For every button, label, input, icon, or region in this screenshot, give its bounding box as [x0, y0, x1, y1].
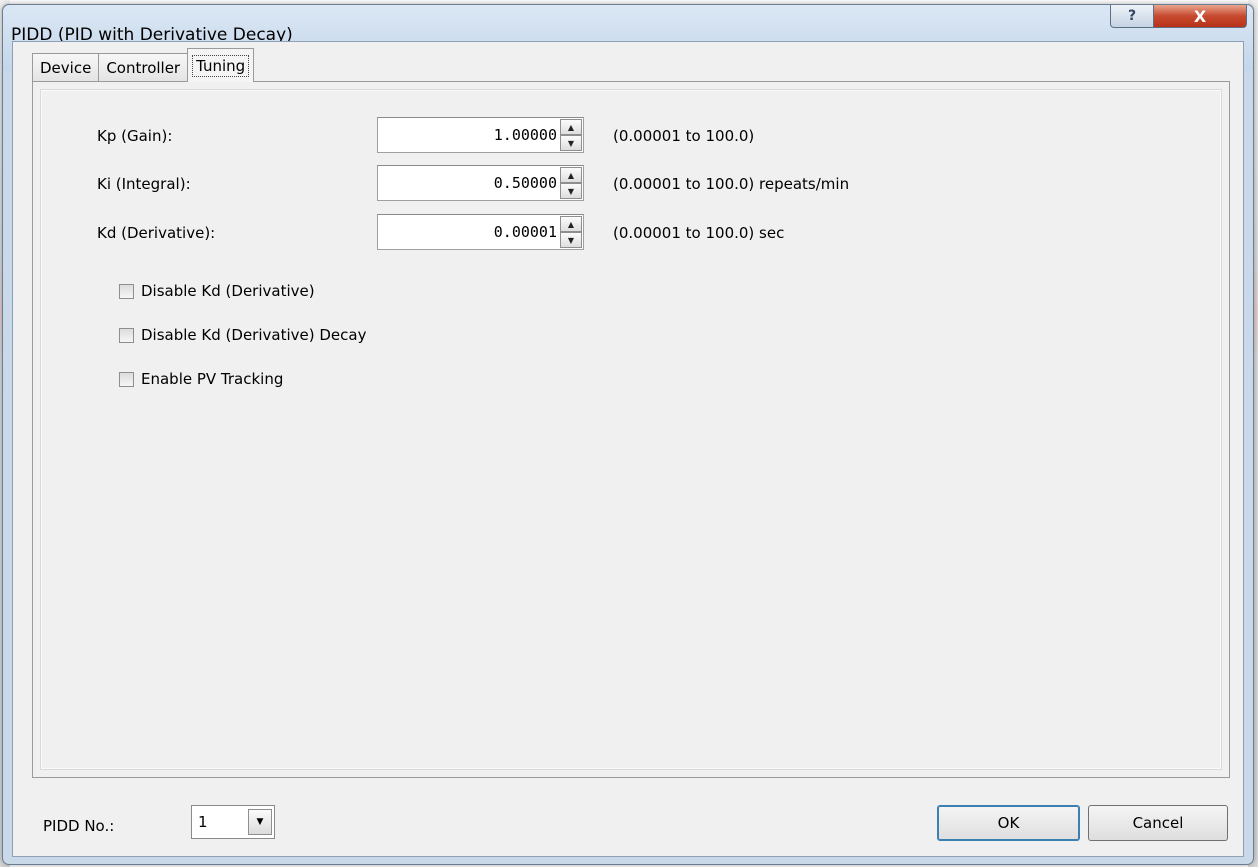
kd-range: (0.00001 to 100.0) sec — [613, 224, 785, 242]
help-icon: ? — [1127, 8, 1137, 24]
kp-spinbox[interactable]: 1.00000 ▲ ▼ — [377, 117, 584, 153]
kp-spin-buttons: ▲ ▼ — [560, 119, 582, 151]
tab-controller[interactable]: Controller — [98, 53, 189, 82]
help-button[interactable]: ? — [1110, 5, 1154, 28]
ki-label: Ki (Integral): — [97, 175, 191, 193]
ki-spinbox[interactable]: 0.50000 ▲ ▼ — [377, 165, 584, 201]
close-button[interactable]: X — [1153, 5, 1247, 28]
disable-kd-checkbox[interactable] — [119, 283, 134, 299]
ki-spin-up-icon[interactable]: ▲ — [560, 167, 582, 183]
kd-value[interactable]: 0.00001 — [494, 223, 557, 241]
tab-controller-label: Controller — [106, 59, 181, 77]
ki-spin-buttons: ▲ ▼ — [560, 167, 582, 199]
enable-pv-tracking-checkbox[interactable] — [119, 371, 134, 387]
pidd-number-select[interactable]: 1 ▼ — [191, 805, 275, 839]
dialog-window: PIDD (PID with Derivative Decay) ? X Dev… — [2, 4, 1254, 865]
tab-tuning-label: Tuning — [192, 54, 250, 77]
chevron-down-icon[interactable]: ▼ — [248, 809, 272, 835]
disable-kd-decay-label: Disable Kd (Derivative) Decay — [141, 326, 367, 344]
kd-spinbox[interactable]: 0.00001 ▲ ▼ — [377, 214, 584, 250]
kd-spin-down-icon[interactable]: ▼ — [560, 232, 582, 248]
tab-tuning[interactable]: Tuning — [187, 48, 255, 82]
pidd-number-label: PIDD No.: — [43, 817, 115, 835]
ok-button[interactable]: OK — [937, 805, 1080, 841]
kd-spin-up-icon[interactable]: ▲ — [560, 216, 582, 232]
ki-range: (0.00001 to 100.0) repeats/min — [613, 175, 850, 193]
ki-spin-down-icon[interactable]: ▼ — [560, 183, 582, 199]
tuning-panel: Kp (Gain): 1.00000 ▲ ▼ (0.00001 to 100.0… — [32, 81, 1230, 778]
kp-value[interactable]: 1.00000 — [494, 126, 557, 144]
kp-spin-up-icon[interactable]: ▲ — [560, 119, 582, 135]
tab-device-label: Device — [40, 59, 92, 77]
enable-pv-tracking-label: Enable PV Tracking — [141, 370, 284, 388]
disable-kd-label: Disable Kd (Derivative) — [141, 282, 315, 300]
disable-kd-option[interactable]: Disable Kd (Derivative) — [119, 282, 315, 300]
tab-strip: Device Controller Tuning — [32, 48, 255, 82]
disable-kd-decay-option[interactable]: Disable Kd (Derivative) Decay — [119, 326, 366, 344]
dialog-client-area: Device Controller Tuning Kp (Gain): 1.00… — [12, 41, 1244, 857]
pidd-number-value: 1 — [198, 813, 208, 831]
kp-spin-down-icon[interactable]: ▼ — [560, 135, 582, 151]
tab-device[interactable]: Device — [32, 53, 100, 82]
kp-range: (0.00001 to 100.0) — [613, 127, 755, 145]
kp-label: Kp (Gain): — [97, 127, 173, 145]
kd-label: Kd (Derivative): — [97, 224, 216, 242]
close-icon: X — [1193, 6, 1207, 26]
kd-spin-buttons: ▲ ▼ — [560, 216, 582, 248]
disable-kd-decay-checkbox[interactable] — [119, 327, 134, 343]
ki-value[interactable]: 0.50000 — [494, 174, 557, 192]
cancel-button[interactable]: Cancel — [1088, 805, 1228, 841]
enable-pv-tracking-option[interactable]: Enable PV Tracking — [119, 370, 283, 388]
